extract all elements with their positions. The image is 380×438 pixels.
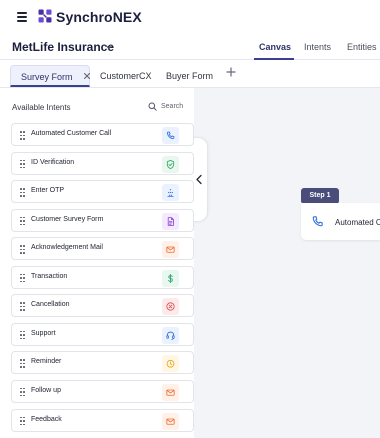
intent-item[interactable]: Feedback — [11, 408, 194, 432]
project-title[interactable]: MetLife Insurance — [12, 40, 114, 54]
drag-handle-icon[interactable] — [20, 131, 25, 140]
drag-handle-icon[interactable] — [20, 159, 25, 169]
intent-item[interactable]: Customer Survey Form — [11, 208, 194, 232]
hamburger-menu-icon[interactable] — [17, 12, 27, 22]
canvas-area[interactable] — [194, 88, 380, 438]
headset-icon — [162, 326, 179, 344]
drag-handle-icon[interactable] — [20, 188, 25, 197]
drag-handle-icon[interactable] — [20, 245, 25, 254]
phone-icon — [162, 127, 179, 144]
add-tab-plus-icon[interactable] — [226, 67, 236, 77]
active-tab-indicator — [254, 58, 294, 60]
mail-icon — [162, 383, 179, 401]
dollar-icon — [162, 269, 179, 287]
drag-handle-icon[interactable] — [20, 359, 25, 368]
intent-item[interactable]: Automated Customer Call — [11, 123, 194, 146]
drag-handle-icon[interactable] — [20, 387, 25, 397]
top-bar: SynchroNEX — [0, 0, 380, 34]
intent-label: Feedback — [31, 415, 62, 423]
intent-label: Cancellation — [31, 301, 70, 309]
tab-entities[interactable]: Entities — [347, 42, 377, 52]
otp-icon — [162, 184, 179, 202]
available-intents-heading: Available Intents — [12, 103, 71, 112]
doc-tab-label: Survey Form — [21, 72, 73, 82]
intent-item[interactable]: Transaction — [11, 265, 194, 289]
intent-label: Support — [31, 329, 56, 337]
tab-canvas[interactable]: Canvas — [259, 42, 291, 52]
brand-logo-icon — [38, 9, 52, 23]
intent-label: Acknowledgement Mail — [31, 244, 103, 252]
search-label[interactable]: Search — [161, 103, 183, 110]
doc-tab-customercx[interactable]: CustomerCX — [90, 65, 162, 87]
phone-icon — [312, 216, 323, 227]
cancel-icon — [162, 298, 179, 316]
drag-handle-icon[interactable] — [20, 416, 25, 426]
step-title: Automated Customer Call — [335, 218, 380, 227]
chevron-left-icon[interactable] — [195, 174, 203, 185]
intent-label: Follow up — [31, 386, 61, 394]
chevron-down-icon[interactable] — [104, 42, 114, 52]
search-icon[interactable] — [148, 102, 157, 111]
shield-check-icon — [162, 155, 179, 173]
drag-handle-icon[interactable] — [20, 302, 25, 311]
document-tabs: Survey Form CustomerCX Buyer Form — [0, 62, 380, 88]
tab-intents[interactable]: Intents — [304, 42, 331, 52]
doc-tab-buyer-form[interactable]: Buyer Form — [156, 65, 223, 87]
intent-item[interactable]: Acknowledgement Mail — [11, 237, 194, 261]
intent-label: Customer Survey Form — [31, 215, 104, 223]
intent-item[interactable]: Follow up — [11, 379, 194, 403]
intent-label: Transaction — [31, 272, 68, 280]
intent-label: Reminder — [31, 358, 62, 366]
intent-label: ID Verification — [31, 158, 75, 166]
step-card[interactable]: Automated Customer Call — [301, 203, 380, 240]
intent-item[interactable]: Support — [11, 322, 194, 346]
drag-handle-icon[interactable] — [20, 216, 25, 226]
mail-icon — [162, 241, 179, 259]
drag-handle-icon[interactable] — [20, 330, 25, 340]
project-header: MetLife Insurance Canvas Intents Entitie… — [0, 34, 380, 60]
drag-handle-icon[interactable] — [20, 273, 25, 283]
intent-label: Enter OTP — [31, 187, 65, 195]
mail-icon — [162, 412, 179, 430]
clock-icon — [162, 355, 179, 373]
intent-label: Automated Customer Call — [31, 130, 112, 137]
document-icon — [162, 212, 179, 230]
intent-item[interactable]: ID Verification — [11, 151, 194, 175]
intent-item[interactable]: Cancellation — [11, 294, 194, 318]
step-badge: Step 1 — [301, 188, 339, 204]
brand-name: SynchroNEX — [56, 9, 142, 25]
doc-tab-survey-form[interactable]: Survey Form — [10, 65, 90, 87]
intent-item[interactable]: Reminder — [11, 351, 194, 375]
intent-item[interactable]: Enter OTP — [11, 180, 194, 204]
